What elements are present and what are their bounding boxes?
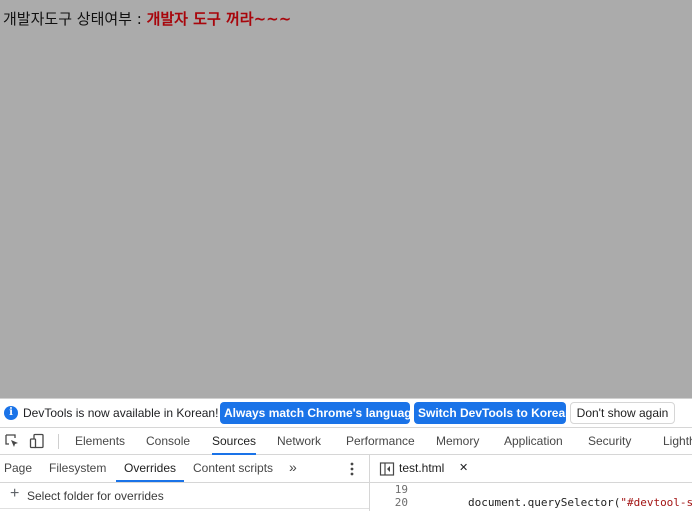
tab-security[interactable]: Security	[588, 428, 631, 455]
inspect-element-icon[interactable]	[4, 433, 20, 449]
close-icon[interactable]: ✕	[459, 455, 468, 482]
select-folder-label: Select folder for overrides	[27, 489, 164, 503]
code-editor[interactable]: 19 20 document.querySelector("#devtool-s	[370, 483, 692, 511]
toggle-navigator-icon[interactable]	[379, 461, 395, 477]
code-string: "#devtool-s	[620, 496, 692, 509]
infobar-message: DevTools is now available in Korean!	[23, 406, 219, 420]
devtools-main-tabbar: Elements Console Sources Network Perform…	[0, 427, 692, 455]
devtools-status-line: 개발자도구 상태여부 : 개발자 도구 꺼라~~~	[3, 8, 291, 29]
switch-to-korean-button[interactable]: Switch DevTools to Korean	[414, 402, 572, 424]
always-match-language-button[interactable]: Always match Chrome's language	[220, 402, 418, 424]
editor-file-tab[interactable]: test.html	[399, 455, 444, 482]
info-icon: i	[4, 406, 18, 420]
select-folder-button[interactable]: + Select folder for overrides	[0, 483, 369, 509]
more-options-icon[interactable]	[346, 461, 358, 477]
tab-elements[interactable]: Elements	[75, 428, 125, 455]
more-tabs-icon[interactable]: »	[289, 455, 297, 482]
nav-tab-overrides[interactable]: Overrides	[116, 455, 185, 482]
code-text: document.querySelector(	[468, 496, 621, 509]
nav-tab-page[interactable]: Page	[4, 455, 32, 482]
line-number: 20	[394, 496, 408, 509]
nav-tab-filesystem[interactable]: Filesystem	[49, 455, 106, 482]
dont-show-again-button[interactable]: Don't show again	[570, 402, 675, 424]
navigator-tabbar: Page Filesystem Overrides Content script…	[0, 455, 369, 483]
device-toolbar-icon[interactable]	[29, 433, 45, 449]
editor-tabbar: test.html ✕	[370, 455, 692, 483]
tab-network[interactable]: Network	[277, 428, 321, 455]
tab-memory[interactable]: Memory	[436, 428, 479, 455]
plus-icon: +	[10, 485, 20, 502]
code-line: document.querySelector("#devtool-s	[468, 496, 692, 509]
nav-tab-content-scripts[interactable]: Content scripts	[193, 455, 273, 482]
divider	[0, 508, 369, 509]
tab-console[interactable]: Console	[146, 428, 190, 455]
page-viewport: 개발자도구 상태여부 : 개발자 도구 꺼라~~~	[0, 0, 692, 398]
toolbar-separator	[58, 434, 59, 449]
status-label: 개발자도구 상태여부 :	[3, 10, 147, 28]
status-value: 개발자 도구 꺼라~~~	[146, 10, 292, 28]
tab-lighthouse[interactable]: Lighth	[663, 428, 692, 455]
tab-performance[interactable]: Performance	[346, 428, 415, 455]
tab-sources[interactable]: Sources	[212, 428, 257, 455]
tab-application[interactable]: Application	[504, 428, 563, 455]
devtools-panel: i DevTools is now available in Korean! A…	[0, 398, 692, 511]
language-infobar: i DevTools is now available in Korean! A…	[0, 398, 692, 427]
line-number: 19	[394, 483, 408, 496]
